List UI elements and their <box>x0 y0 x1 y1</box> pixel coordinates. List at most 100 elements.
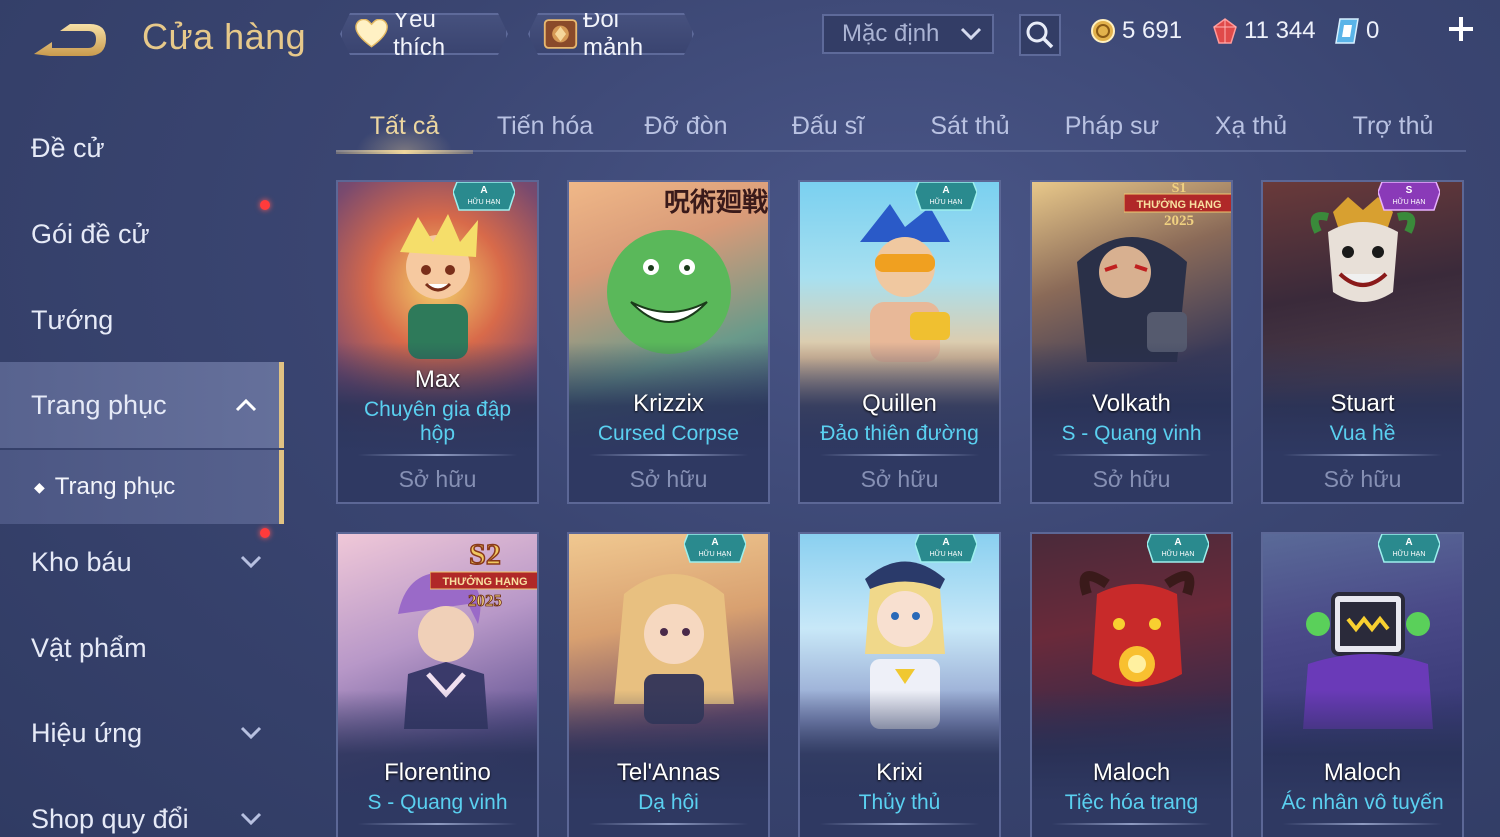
sidebar-item-heroes[interactable]: Tướng <box>0 284 284 356</box>
hero-name: Stuart <box>1330 390 1395 417</box>
chevron-up-icon <box>235 398 257 412</box>
tab-tank[interactable]: Đỡ đòn <box>622 100 750 152</box>
sidebar-item-label: Shop quy đổi <box>31 803 189 834</box>
exchange-fragments-button[interactable]: Đổi mảnh <box>528 13 694 55</box>
skin-name: S - Quang vinh <box>1061 422 1202 445</box>
rank-year: 2025 <box>1164 213 1194 228</box>
category-tabs: Tất cả Tiến hóa Đỡ đòn Đấu sĩ Sát thủ Ph… <box>336 100 1466 154</box>
sidebar-item-effects[interactable]: Hiệu ứng <box>0 697 284 769</box>
gold-coin-icon <box>1091 19 1115 43</box>
plus-icon <box>1449 17 1473 41</box>
sidebar-item-featured[interactable]: Đề cử <box>0 112 284 184</box>
skin-name: Chuyên gia đập hộp <box>363 398 512 445</box>
badge-text: HỮU HẠN <box>1162 549 1195 558</box>
owned-status: Sở hữu <box>1092 466 1171 492</box>
sidebar-item-label: Tướng <box>31 304 114 335</box>
tab-label: Xạ thủ <box>1214 111 1288 140</box>
back-button[interactable] <box>30 14 110 64</box>
badge-grade: A <box>1174 537 1181 548</box>
hero-name: Krizzix <box>633 390 704 417</box>
chevron-down-icon <box>960 27 982 41</box>
rank-reward-text: THƯỞNG HẠNG <box>1136 198 1221 211</box>
gem-currency: 11 344 <box>1212 16 1316 46</box>
hero-name: Volkath <box>1092 390 1171 417</box>
sidebar-item-label: Trang phục <box>31 389 167 420</box>
limited-badge: A HỮU HẠN <box>684 534 746 563</box>
sidebar-item-label: Kho báu <box>31 546 132 577</box>
badge-text: HỮU HẠN <box>699 549 732 558</box>
owned-status: Sở hữu <box>629 466 708 492</box>
sort-dropdown[interactable]: Mặc định <box>822 14 994 54</box>
skin-card-krizzix[interactable]: 呪術廻戦 Krizzix Cursed Corpse Sở hữu <box>567 180 770 504</box>
owned-status: Sở hữu <box>1323 466 1402 492</box>
badge-text: HỮU HẠN <box>930 549 963 558</box>
limited-badge: A HỮU HẠN <box>453 182 515 211</box>
tab-mage[interactable]: Pháp sư <box>1048 100 1176 152</box>
voucher-icon <box>1335 18 1359 44</box>
tab-all[interactable]: Tất cả <box>336 100 473 154</box>
owned-status: Sở hữu <box>398 466 477 492</box>
skin-card-volkath[interactable]: S1 THƯỞNG HẠNG 2025 Volkath S - Quang vi… <box>1030 180 1233 504</box>
hero-name: Florentino <box>384 759 491 786</box>
gold-currency: 5 691 <box>1090 16 1182 46</box>
sidebar-subitem-label: Trang phục <box>54 473 176 500</box>
skin-card-krixi[interactable]: A HỮU HẠN Krixi Thủy thủ <box>798 532 1001 837</box>
hero-name: Maloch <box>1323 759 1402 786</box>
skin-card-maloch-party[interactable]: A HỮU HẠN Maloch Tiệc hóa trang <box>1030 532 1233 837</box>
card-divider <box>358 823 517 825</box>
rank-reward-text: THƯỞNG HẠNG <box>442 575 527 588</box>
hero-portrait <box>400 214 478 359</box>
add-currency-button[interactable] <box>1446 14 1476 46</box>
tab-label: Trợ thủ <box>1352 111 1434 140</box>
hero-portrait <box>607 230 731 354</box>
skin-name: Tiệc hóa trang <box>1064 791 1199 814</box>
tab-label: Đỡ đòn <box>644 111 728 140</box>
skin-name: Dạ hội <box>638 791 699 814</box>
sidebar-item-label: Gói đề cử <box>31 218 150 249</box>
card-divider <box>820 823 979 825</box>
card-divider <box>1283 823 1442 825</box>
skin-card-stuart[interactable]: S HỮU HẠN Stuart Vua hề Sở hữu <box>1261 180 1464 504</box>
tab-assassin[interactable]: Sát thủ <box>906 100 1034 152</box>
exchange-label: Đổi mảnh <box>583 6 644 61</box>
sidebar-item-skins[interactable]: Trang phục <box>0 362 284 448</box>
hero-portrait <box>1310 197 1416 302</box>
skin-card-max[interactable]: A HỮU HẠN Max Chuyên gia đập hộp Sở hữu <box>336 180 539 504</box>
search-button[interactable] <box>1019 14 1061 56</box>
skin-card-florentino[interactable]: S2 THƯỞNG HẠNG 2025 Florentino S - Quang… <box>336 532 539 837</box>
limited-badge: A HỮU HẠN <box>915 534 977 563</box>
badge-text: HỮU HẠN <box>1393 549 1426 558</box>
hero-name: Krixi <box>876 759 923 786</box>
sidebar-item-exchange-shop[interactable]: Shop quy đổi <box>0 783 284 837</box>
rank-year: 2025 <box>468 591 502 610</box>
badge-text: HỮU HẠN <box>930 197 963 206</box>
tab-fighter[interactable]: Đấu sĩ <box>764 100 892 152</box>
tab-support[interactable]: Trợ thủ <box>1326 100 1460 152</box>
sidebar-item-items[interactable]: Vật phẩm <box>0 612 284 684</box>
sidebar-item-featured-packs[interactable]: Gói đề cử <box>0 198 284 270</box>
owned-status: Sở hữu <box>860 466 939 492</box>
hero-name: Max <box>414 366 461 393</box>
rank-season: S2 <box>469 538 501 571</box>
sidebar-subitem-skins[interactable]: ◆ Trang phục <box>0 450 284 524</box>
favorite-label: Yêu thích <box>393 6 446 61</box>
gold-amount: 5 691 <box>1122 17 1183 44</box>
tab-marksman[interactable]: Xạ thủ <box>1190 100 1312 152</box>
hero-name: Maloch <box>1092 759 1171 786</box>
tab-label: Tiến hóa <box>496 111 594 140</box>
skin-card-maloch-radio[interactable]: A HỮU HẠN Maloch Ác nhân vô tuyến <box>1261 532 1464 837</box>
favorite-button[interactable]: Yêu thích <box>340 13 508 55</box>
badge-text: HỮU HẠN <box>1393 197 1426 206</box>
skin-card-telannas[interactable]: A HỮU HẠN Tel'Annas Dạ hội <box>567 532 770 837</box>
skin-name: Vua hề <box>1329 422 1396 445</box>
skin-card-quillen[interactable]: A HỮU HẠN Quillen Đảo thiên đường Sở hữu <box>798 180 1001 504</box>
sidebar-item-treasure[interactable]: Kho báu <box>0 526 284 598</box>
tab-evolution[interactable]: Tiến hóa <box>480 100 610 152</box>
card-divider <box>1283 454 1442 456</box>
skin-name: Đảo thiên đường <box>820 422 979 445</box>
card-divider <box>1052 454 1211 456</box>
skin-name: Cursed Corpse <box>597 422 740 445</box>
tab-label: Sát thủ <box>930 111 1010 140</box>
badge-grade: S <box>1406 185 1413 196</box>
skin-name: Ác nhân vô tuyến <box>1281 791 1444 814</box>
